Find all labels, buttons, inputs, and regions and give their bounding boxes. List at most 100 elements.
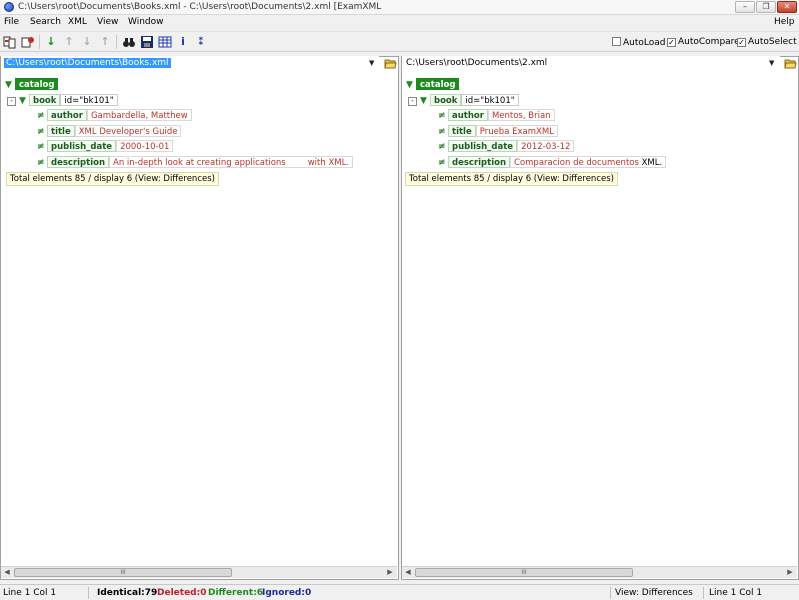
- autoload-checkbox[interactable]: [612, 37, 621, 46]
- right-scroll-thumb[interactable]: III: [415, 568, 633, 577]
- expand-triangle-icon[interactable]: ▼: [420, 95, 430, 107]
- author-value: Gambardella, Matthew: [86, 109, 192, 121]
- not-equal-icon: ≠: [37, 111, 45, 121]
- author-tag: author: [448, 109, 488, 121]
- description-value: Comparacion de documentos XML.: [510, 156, 667, 168]
- scroll-left-icon[interactable]: ◀: [403, 567, 413, 578]
- scroll-right-icon[interactable]: ▶: [385, 567, 395, 578]
- tree-node-description[interactable]: ≠ description An in-depth look at creating…: [37, 156, 354, 169]
- status-separator: [610, 587, 611, 599]
- not-equal-icon: ≠: [438, 111, 446, 121]
- autoselect-option[interactable]: ✓ AutoSelect: [737, 37, 797, 47]
- autocompare-checkbox[interactable]: ✓: [667, 38, 676, 47]
- expand-triangle-icon[interactable]: ▼: [5, 79, 15, 91]
- expand-triangle-icon[interactable]: ▼: [406, 79, 416, 91]
- menu-search[interactable]: Search: [30, 17, 61, 27]
- right-horizontal-scrollbar[interactable]: ◀ III ▶: [402, 566, 797, 578]
- find-binoculars-icon[interactable]: [122, 35, 136, 49]
- menu-xml[interactable]: XML: [68, 17, 87, 27]
- autocompare-option[interactable]: ✓ AutoCompare: [667, 37, 740, 47]
- left-path-dropdown-icon[interactable]: ▼: [369, 59, 374, 67]
- right-open-folder-icon[interactable]: [784, 58, 797, 69]
- menu-view[interactable]: View: [97, 17, 118, 27]
- autoload-label: AutoLoad: [623, 38, 666, 48]
- book-attribute: id="bk101": [60, 94, 118, 106]
- left-horizontal-scrollbar[interactable]: ◀ III ▶: [1, 566, 397, 578]
- right-path-dropdown-icon[interactable]: ▼: [769, 59, 774, 67]
- tree-node-title[interactable]: ≠ title Prueba ExamXML: [438, 125, 558, 138]
- autoload-option[interactable]: AutoLoad: [612, 37, 666, 48]
- menu-help[interactable]: Help: [774, 17, 795, 27]
- not-equal-icon: ≠: [37, 142, 45, 152]
- title-value: XML Developer's Guide: [74, 125, 182, 137]
- scroll-left-icon[interactable]: ◀: [2, 567, 12, 578]
- autoselect-checkbox[interactable]: ✓: [737, 38, 746, 47]
- title-bar: C:\Users\root\Documents\Books.xml - C:\U…: [0, 0, 799, 15]
- collapse-box-icon[interactable]: -: [7, 97, 16, 106]
- right-xml-tree: ▼ catalog - ▼ book id="bk101" ≠ author Mentos,…: [402, 74, 797, 564]
- catalog-tag: catalog: [15, 78, 59, 90]
- left-scroll-thumb[interactable]: III: [14, 568, 232, 577]
- autoselect-label: AutoSelect: [748, 37, 797, 47]
- left-path-combo[interactable]: C:\Users\root\Documents\Books.xml ▼: [1, 56, 379, 72]
- description-tag: description: [448, 156, 511, 168]
- last-difference-icon[interactable]: ↓: [80, 35, 94, 49]
- publish-date-tag: publish_date: [448, 140, 518, 152]
- tree-node-catalog[interactable]: ▼ catalog: [5, 78, 59, 91]
- sort-icon[interactable]: ⁑: [194, 35, 208, 49]
- left-cursor-position: Line 1 Col 1: [3, 588, 57, 598]
- examxml-app-icon: [4, 2, 14, 12]
- right-cursor-position: Line 1 Col 1: [709, 588, 763, 598]
- toolbar-separator: [116, 35, 117, 49]
- options-icon[interactable]: [21, 35, 35, 49]
- tree-node-author[interactable]: ≠ author Gambardella, Matthew: [37, 109, 192, 122]
- minimize-button[interactable]: –: [735, 1, 755, 13]
- ignored-count: Ignored:0: [262, 588, 312, 598]
- save-icon[interactable]: [140, 35, 154, 49]
- not-equal-icon: ≠: [438, 142, 446, 152]
- window-title: C:\Users\root\Documents\Books.xml - C:\U…: [18, 2, 382, 12]
- tree-node-author[interactable]: ≠ author Mentos, Brian: [438, 109, 555, 122]
- identical-count: Identical:79: [97, 588, 158, 598]
- previous-difference-icon[interactable]: ↑: [62, 35, 76, 49]
- tree-node-book[interactable]: - ▼ book id="bk101": [7, 94, 118, 107]
- left-path-text[interactable]: C:\Users\root\Documents\Books.xml: [4, 58, 171, 68]
- tree-node-catalog[interactable]: ▼ catalog: [406, 78, 460, 91]
- catalog-tag: catalog: [416, 78, 460, 90]
- left-xml-tree: ▼ catalog - ▼ book id="bk101" ≠ author Gambard…: [1, 74, 397, 564]
- tree-node-title[interactable]: ≠ title XML Developer's Guide: [37, 125, 182, 138]
- right-summary-info: Total elements 85 / display 6 (View: Dif…: [405, 172, 618, 186]
- tree-node-book[interactable]: - ▼ book id="bk101": [408, 94, 519, 107]
- menu-file[interactable]: File: [4, 17, 19, 27]
- grid-icon[interactable]: [158, 35, 172, 49]
- title-tag: title: [47, 125, 75, 137]
- menu-bar: File Search XML View Window Help: [0, 15, 799, 30]
- first-difference-icon[interactable]: ↑: [98, 35, 112, 49]
- tree-node-description[interactable]: ≠ description Comparacion de documentos XM…: [438, 156, 667, 169]
- menu-window[interactable]: Window: [128, 17, 164, 27]
- right-path-text[interactable]: C:\Users\root\Documents\2.xml: [406, 58, 547, 68]
- compare-files-icon[interactable]: [3, 35, 17, 49]
- view-mode-status: View: Differences: [615, 588, 693, 598]
- scroll-right-icon[interactable]: ▶: [785, 567, 795, 578]
- publish-date-tag: publish_date: [47, 140, 117, 152]
- close-button[interactable]: ✕: [777, 1, 797, 13]
- left-summary-info: Total elements 85 / display 6 (View: Dif…: [6, 172, 219, 186]
- description-tag: description: [47, 156, 110, 168]
- info-icon[interactable]: i: [176, 35, 190, 49]
- tree-node-publish-date[interactable]: ≠ publish_date 2000-10-01: [37, 140, 174, 153]
- expand-triangle-icon[interactable]: ▼: [19, 95, 29, 107]
- deleted-count: Deleted:0: [157, 588, 207, 598]
- not-equal-icon: ≠: [438, 158, 446, 168]
- restore-button[interactable]: ❐: [756, 1, 776, 13]
- not-equal-icon: ≠: [37, 127, 45, 137]
- status-bar: Line 1 Col 1 Identical:79 Deleted:0 Diff…: [0, 584, 799, 600]
- tree-node-publish-date[interactable]: ≠ publish_date 2012-03-12: [438, 140, 575, 153]
- left-open-folder-icon[interactable]: [384, 58, 397, 69]
- next-difference-icon[interactable]: ↓: [44, 35, 58, 49]
- toolbar-separator: [39, 35, 40, 49]
- publish-date-value: 2000-10-01: [116, 140, 174, 152]
- collapse-box-icon[interactable]: -: [408, 97, 417, 106]
- autocompare-label: AutoCompare: [678, 37, 740, 47]
- right-path-combo[interactable]: C:\Users\root\Documents\2.xml ▼: [402, 56, 780, 72]
